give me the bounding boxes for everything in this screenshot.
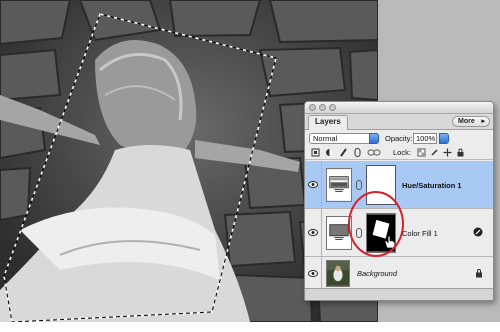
blend-controls: Normal Opacity: 100%	[305, 130, 493, 146]
minimize-icon[interactable]	[319, 104, 326, 111]
close-icon[interactable]	[309, 104, 316, 111]
panel-titlebar[interactable]	[305, 102, 493, 114]
tab-layers[interactable]: Layers	[308, 115, 348, 130]
lock-label: Lock:	[393, 148, 411, 157]
select-arrows-icon	[369, 133, 379, 144]
lock-icon	[476, 269, 482, 278]
layer-name: Background	[357, 269, 398, 278]
panel-tab-row: Layers More ▸	[305, 114, 493, 130]
layer-row-background[interactable]: Background	[305, 257, 493, 290]
lock-pixels-icon[interactable]	[430, 148, 439, 157]
eye-icon	[308, 270, 318, 277]
lock-position-icon[interactable]	[443, 148, 452, 157]
opacity-dropdown-button[interactable]	[439, 133, 449, 144]
lock-transparent-icon[interactable]	[417, 148, 426, 157]
more-button[interactable]: More ▸	[452, 116, 490, 127]
new-layer-icon[interactable]	[311, 148, 320, 157]
lock-icon[interactable]	[456, 148, 465, 157]
layer-tools-row: Lock:	[305, 146, 493, 160]
layer-row-hue-saturation[interactable]: Hue/Saturation 1	[305, 161, 493, 209]
adjustment-thumbnail	[326, 168, 352, 202]
panel-bottom-bar	[305, 288, 493, 300]
highlight-circle	[348, 191, 404, 257]
adjustment-layer-icon[interactable]	[325, 148, 334, 157]
chain-link-icon[interactable]	[356, 180, 362, 190]
visibility-toggle[interactable]	[305, 257, 322, 289]
zoom-icon[interactable]	[329, 104, 336, 111]
layer-name: Hue/Saturation 1	[402, 181, 462, 190]
visibility-toggle[interactable]	[305, 161, 322, 208]
chain-link-icon[interactable]	[353, 148, 362, 157]
opacity-field[interactable]: 100%	[413, 133, 437, 144]
layer-style-icon[interactable]	[473, 227, 483, 237]
layer-name: Color Fill 1	[402, 229, 438, 238]
more-label: More	[458, 118, 475, 125]
blend-mode-value: Normal	[313, 134, 338, 143]
eye-icon	[308, 181, 318, 188]
background-thumbnail	[326, 260, 350, 287]
visibility-toggle[interactable]	[305, 209, 322, 256]
opacity-label: Opacity:	[385, 134, 413, 143]
brush-icon[interactable]	[339, 148, 348, 157]
eye-icon	[308, 229, 318, 236]
layers-panel: Layers More ▸ Normal Opacity: 100% Lock:	[304, 101, 494, 301]
link-layers-icon[interactable]	[367, 148, 381, 157]
blend-mode-select[interactable]: Normal	[309, 133, 379, 144]
more-arrow-icon: ▸	[481, 118, 485, 125]
